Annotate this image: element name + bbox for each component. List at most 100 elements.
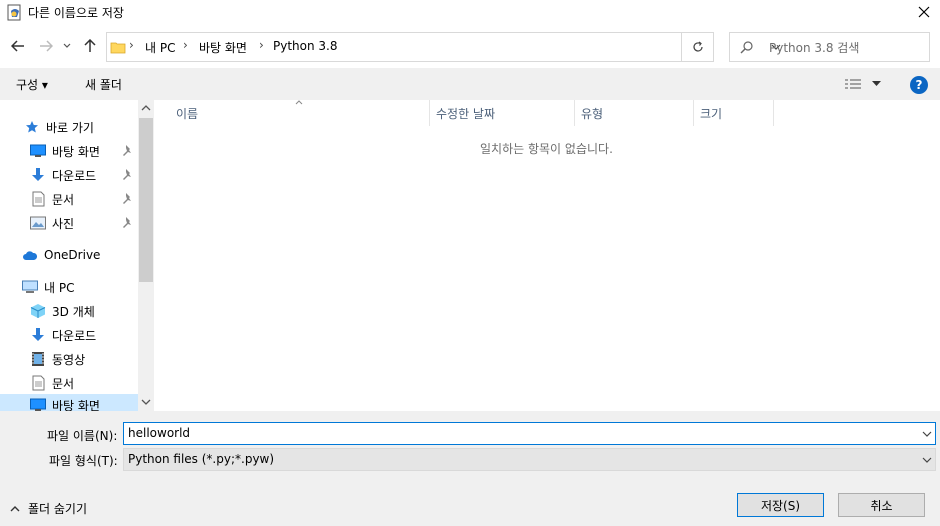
- sidebar-item-label: OneDrive: [44, 248, 101, 262]
- organize-button[interactable]: 구성 ▾: [16, 76, 48, 93]
- save-button[interactable]: 저장(S): [737, 493, 824, 517]
- sidebar-item-downloads[interactable]: 다운로드: [30, 164, 96, 186]
- new-folder-button[interactable]: 새 폴더: [85, 76, 122, 93]
- sidebar-item-pc-downloads[interactable]: 다운로드: [30, 324, 96, 346]
- cancel-button[interactable]: 취소: [838, 493, 925, 517]
- help-button[interactable]: ?: [910, 76, 928, 94]
- command-toolbar: 구성 ▾ 새 폴더: [0, 68, 940, 100]
- details-view-icon: [845, 79, 861, 89]
- close-icon: [918, 6, 930, 18]
- refresh-button[interactable]: [682, 32, 714, 62]
- column-divider: [574, 100, 575, 126]
- refresh-icon: [692, 41, 703, 52]
- sidebar-item-label: 다운로드: [52, 328, 97, 343]
- pictures-icon: [30, 215, 46, 231]
- cloud-icon: [22, 247, 38, 263]
- search-icon: [740, 41, 753, 54]
- pin-icon: [123, 169, 131, 180]
- column-header-type[interactable]: 유형: [581, 105, 603, 122]
- search-box[interactable]: Python 3.8 검색: [729, 32, 930, 62]
- 3d-objects-icon: [30, 303, 46, 319]
- sidebar-item-label: 내 PC: [44, 280, 75, 295]
- folder-icon: [110, 42, 126, 54]
- desktop-icon: [30, 397, 46, 411]
- sidebar-item-onedrive[interactable]: OneDrive: [22, 244, 100, 266]
- sidebar-item-pc-desktop[interactable]: 바탕 화면: [0, 394, 138, 411]
- column-divider: [429, 100, 430, 126]
- column-header-date-modified[interactable]: 수정한 날짜: [436, 105, 495, 122]
- arrow-left-icon: [11, 40, 24, 52]
- recent-locations-button[interactable]: [60, 36, 74, 56]
- pin-icon: [123, 193, 131, 204]
- sidebar-item-quick-access[interactable]: 바로 가기: [24, 116, 94, 138]
- chevron-down-icon[interactable]: [922, 430, 932, 438]
- star-icon: [24, 119, 40, 135]
- sidebar-item-3d-objects[interactable]: 3D 개체: [30, 300, 95, 322]
- sidebar-item-desktop[interactable]: 바탕 화면: [30, 140, 100, 162]
- filename-value: helloworld: [128, 426, 191, 440]
- chevron-down-icon: [63, 43, 71, 48]
- search-placeholder: Python 3.8 검색: [769, 41, 860, 55]
- scroll-up-icon: [141, 105, 151, 111]
- hide-folders-button[interactable]: 폴더 숨기기: [10, 500, 87, 517]
- sidebar-item-pc-documents[interactable]: 문서: [30, 372, 74, 394]
- pin-icon: [123, 145, 131, 156]
- navigation-pane: 바로 가기 바탕 화면 다운로드 문서 사진 OneDrive 내 PC 3D …: [0, 100, 155, 411]
- view-options-button[interactable]: [844, 76, 884, 94]
- column-header-name[interactable]: 이름: [176, 105, 198, 122]
- sidebar-item-label: 바로 가기: [46, 120, 94, 135]
- scroll-down-icon: [141, 399, 151, 405]
- sidebar-item-label: 동영상: [52, 352, 86, 367]
- sidebar-scroll-thumb[interactable]: [139, 118, 153, 282]
- column-divider: [693, 100, 694, 126]
- hide-folders-label: 폴더 숨기기: [28, 502, 88, 516]
- chevron-down-icon: [922, 457, 932, 463]
- filename-label: 파일 이름(N):: [47, 429, 118, 443]
- close-button[interactable]: [908, 0, 940, 24]
- download-icon: [30, 167, 46, 183]
- sidebar-item-label: 3D 개체: [52, 304, 95, 319]
- breadcrumb-this-pc[interactable]: 내 PC: [145, 39, 175, 56]
- desktop-icon: [30, 143, 46, 159]
- download-icon: [30, 327, 46, 343]
- breadcrumb-python[interactable]: Python 3.8: [273, 39, 338, 53]
- document-icon: [30, 375, 46, 391]
- empty-folder-message: 일치하는 항목이 없습니다.: [480, 142, 613, 156]
- sidebar-item-label: 문서: [52, 192, 75, 207]
- breadcrumb-separator: ›: [259, 38, 264, 52]
- arrow-up-icon: [84, 39, 96, 52]
- sidebar-item-label: 바탕 화면: [52, 144, 100, 159]
- file-list: 이름 수정한 날짜 유형 크기 일치하는 항목이 없습니다.: [156, 100, 940, 411]
- sidebar-item-label: 바탕 화면: [52, 398, 100, 412]
- breadcrumb-separator: ›: [129, 38, 134, 52]
- sidebar-item-label: 사진: [52, 216, 75, 231]
- back-button[interactable]: [8, 36, 28, 56]
- title-bar: [0, 0, 940, 26]
- window-title: 다른 이름으로 저장: [28, 6, 124, 20]
- up-button[interactable]: [80, 36, 100, 56]
- sidebar-item-pictures[interactable]: 사진: [30, 212, 74, 234]
- python-app-icon: [6, 4, 24, 22]
- sidebar-item-label: 다운로드: [52, 168, 97, 183]
- column-header-size[interactable]: 크기: [700, 105, 722, 122]
- videos-icon: [30, 351, 46, 367]
- caret-down-icon: [872, 81, 881, 86]
- breadcrumb-desktop[interactable]: 바탕 화면: [199, 39, 247, 56]
- sidebar-item-label: 문서: [52, 376, 75, 391]
- sidebar-item-this-pc[interactable]: 내 PC: [22, 276, 74, 298]
- document-icon: [30, 191, 46, 207]
- chevron-up-icon: [10, 505, 20, 511]
- arrow-right-icon: [40, 40, 53, 52]
- filename-input[interactable]: helloworld: [123, 422, 936, 445]
- sidebar-item-documents[interactable]: 문서: [30, 188, 74, 210]
- filetype-label: 파일 형식(T):: [49, 454, 118, 468]
- column-divider: [773, 100, 774, 126]
- computer-icon: [22, 279, 38, 295]
- pin-icon: [123, 217, 131, 228]
- forward-button[interactable]: [36, 36, 56, 56]
- sort-ascending-icon: [295, 100, 303, 105]
- filetype-value: Python files (*.py;*.pyw): [128, 452, 275, 466]
- address-bar[interactable]: › 내 PC › 바탕 화면 › Python 3.8: [106, 32, 781, 62]
- filetype-select[interactable]: Python files (*.py;*.pyw): [123, 448, 936, 471]
- sidebar-item-videos[interactable]: 동영상: [30, 348, 85, 370]
